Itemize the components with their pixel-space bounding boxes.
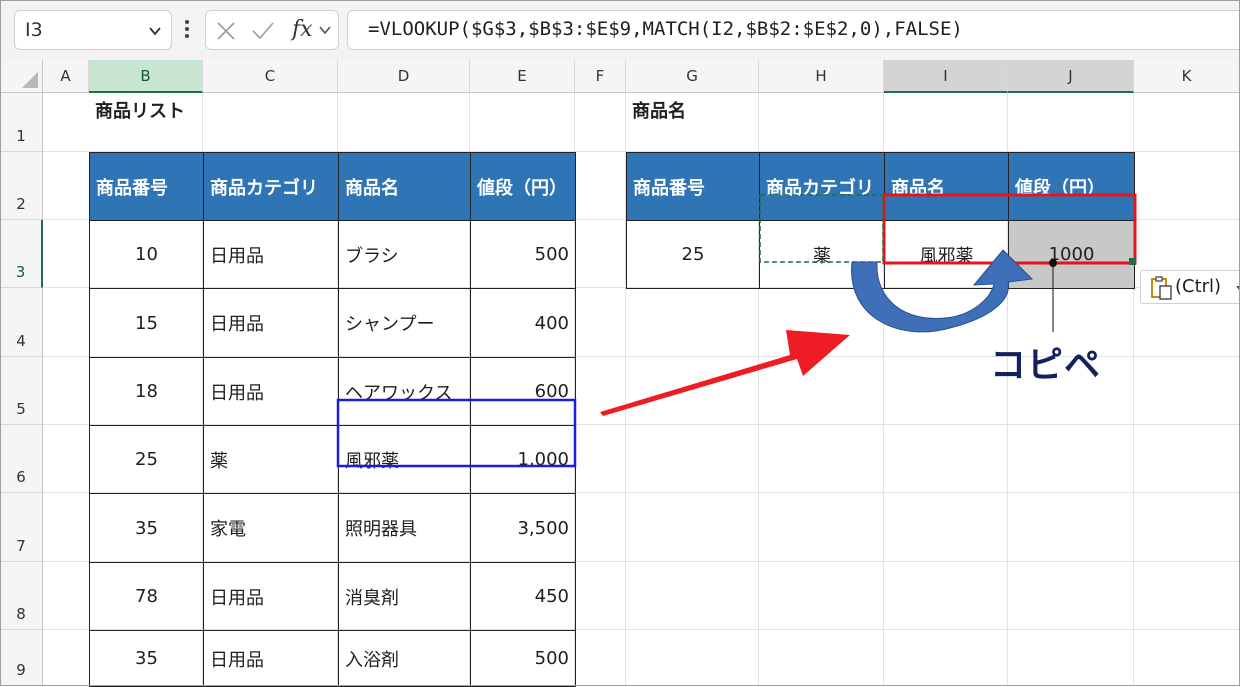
row-header-6[interactable]: 6 [0,425,43,493]
product-name-cell[interactable]: ヘアワックス [338,357,471,426]
product-price-cell[interactable]: 600 [470,357,576,426]
row-number: 2 [16,195,26,213]
product-price-cell[interactable]: 400 [470,288,576,358]
lookup-price-cell[interactable]: 1000 [1008,220,1135,289]
row-header-5[interactable]: 5 [0,357,43,425]
row-header-8[interactable]: 8 [0,562,43,630]
product-number-cell[interactable]: 35 [89,630,204,687]
product-number-cell[interactable]: 25 [89,425,204,494]
product-category-cell[interactable]: 日用品 [203,288,339,358]
product-number-cell[interactable]: 18 [89,357,204,426]
paste-options-label: (Ctrl) [1175,276,1222,297]
chevron-down-icon[interactable] [147,23,163,39]
column-header-a[interactable]: A [43,60,89,93]
enter-check-icon[interactable] [250,19,276,43]
product-price-cell[interactable]: 450 [470,562,576,631]
product-category-cell[interactable]: 日用品 [203,357,339,426]
formula-buttons: fx [205,10,339,50]
row-number: 5 [16,400,26,418]
clipboard-icon [1151,276,1172,300]
paste-options-button[interactable]: (Ctrl) [1140,270,1240,304]
row-header-4[interactable]: 4 [0,288,43,357]
product-list-title[interactable]: 商品リスト [89,93,329,126]
product-name-cell[interactable]: 照明器具 [338,493,471,563]
column-header-b[interactable]: B [89,60,203,93]
lookup-header-cell[interactable]: 値段（円） [1008,152,1135,221]
row-number: 4 [16,332,26,350]
select-all-corner[interactable] [0,60,43,93]
insert-function-button[interactable]: fx [292,15,320,45]
formula-bar: I3 fx =VLOOKUP($G$3,$B$3:$E$9,MATCH(I2,$… [0,0,1240,60]
column-header-g[interactable]: G [626,60,759,93]
row-number: 8 [16,605,26,623]
product-price-cell[interactable]: 1,000 [470,425,576,494]
product-number-cell[interactable]: 10 [89,220,204,289]
product-name-cell[interactable]: 消臭剤 [338,562,471,631]
name-box[interactable]: I3 [14,10,172,50]
row-header-7[interactable]: 7 [0,493,43,562]
column-header-c[interactable]: C [203,60,338,93]
product-price-cell[interactable]: 3,500 [470,493,576,563]
product-category-cell[interactable]: 家電 [203,493,339,563]
column-header-j[interactable]: J [1008,60,1134,93]
product-category-cell[interactable]: 日用品 [203,562,339,631]
product-category-cell[interactable]: 日用品 [203,220,339,289]
product-list-header-cell[interactable]: 値段（円） [470,152,576,221]
row-number: 9 [16,661,26,679]
product-category-cell[interactable]: 薬 [203,425,339,494]
column-header-i[interactable]: I [884,60,1008,93]
lookup-title[interactable]: 商品名 [626,93,826,126]
row-header-3[interactable]: 3 [0,220,43,288]
lookup-header-cell[interactable]: 商品番号 [626,152,760,221]
lookup-number-cell[interactable]: 25 [626,220,760,289]
cancel-icon[interactable] [214,19,238,43]
formula-text: =VLOOKUP($G$3,$B$3:$E$9,MATCH(I2,$B$2:$E… [368,18,963,40]
more-options-icon[interactable] [180,14,194,44]
select-all-triangle-icon [22,72,38,88]
formula-input[interactable]: =VLOOKUP($G$3,$B$3:$E$9,MATCH(I2,$B$2:$E… [347,10,1240,50]
product-name-cell[interactable]: シャンプー [338,288,471,358]
product-name-cell[interactable]: ブラシ [338,220,471,289]
product-list-header-cell[interactable]: 商品カテゴリ [203,152,339,221]
product-list-header-cell[interactable]: 商品番号 [89,152,204,221]
row-header-9[interactable]: 9 [0,630,43,686]
product-number-cell[interactable]: 15 [89,288,204,358]
row-number: 7 [16,537,26,555]
caret-down-icon [1236,286,1240,291]
column-header-k[interactable]: K [1134,60,1240,93]
product-category-cell[interactable]: 日用品 [203,630,339,687]
product-number-cell[interactable]: 35 [89,493,204,563]
lookup-header-cell[interactable]: 商品名 [884,152,1009,221]
product-name-cell[interactable]: 入浴剤 [338,630,471,687]
row-number: 6 [16,468,26,486]
name-box-value: I3 [25,19,43,41]
copy-paste-callout: コピペ [990,345,1102,386]
lookup-name-cell[interactable]: 風邪薬 [884,220,1009,289]
product-number-cell[interactable]: 78 [89,562,204,631]
lookup-category-cell[interactable]: 薬 [759,220,885,289]
lookup-header-cell[interactable]: 商品カテゴリ [759,152,885,221]
chevron-down-icon[interactable] [318,23,332,37]
product-name-cell[interactable]: 風邪薬 [338,425,471,494]
column-header-d[interactable]: D [338,60,470,93]
column-header-h[interactable]: H [759,60,884,93]
product-price-cell[interactable]: 500 [470,220,576,289]
row-number: 1 [16,127,26,145]
product-list-header-cell[interactable]: 商品名 [338,152,471,221]
row-number: 3 [15,263,26,281]
row-header-1[interactable]: 1 [0,93,43,152]
product-price-cell[interactable]: 500 [470,630,576,687]
column-header-e[interactable]: E [470,60,575,93]
row-header-2[interactable]: 2 [0,152,43,220]
column-header-f[interactable]: F [575,60,626,93]
